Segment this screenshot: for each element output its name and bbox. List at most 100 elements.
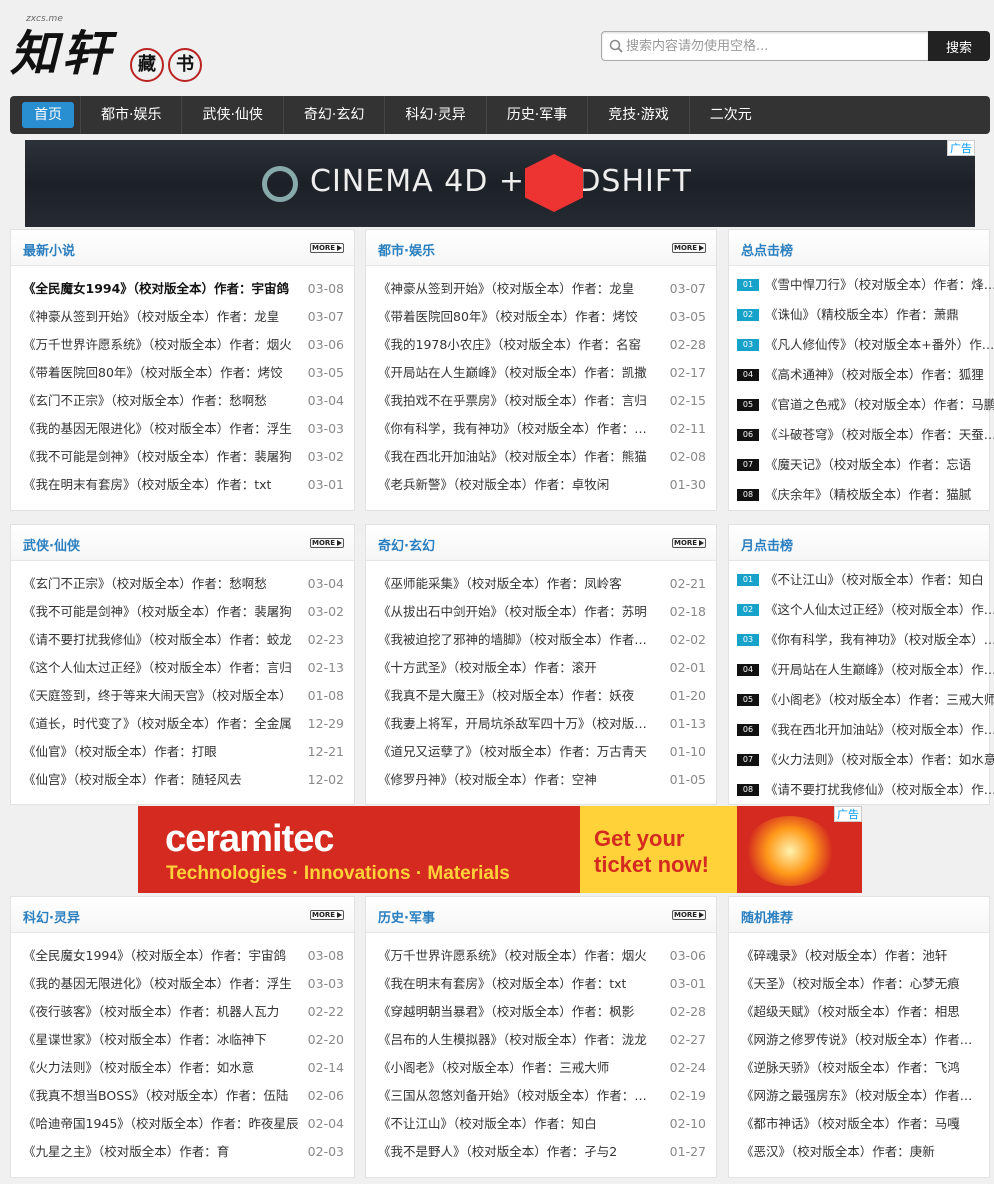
nav-item-dushi[interactable]: 都市·娱乐 [81,96,183,134]
book-row[interactable]: 《老兵新警》（校对版全本）作者：卓牧闲 01-30 [366,471,716,499]
book-row[interactable]: 《我真不是大魔王》（校对版全本）作者：妖夜 01-20 [366,682,716,710]
rank-row[interactable]: 08 《庆余年》（精校版全本）作者：猫腻 [729,480,989,510]
book-title-link[interactable]: 《我妻上将军，开局坑杀敌军四十万》（校对版全本） [378,710,658,738]
book-title-link[interactable]: 《天庭签到，终于等来大闹天宫》（校对版全本） [23,682,292,710]
book-title-link[interactable]: 《万千世界许愿系统》（校对版全本）作者：烟火 [378,942,647,970]
book-row[interactable]: 《恶汉》（校对版全本）作者：庚新 [729,1138,989,1166]
book-title-link[interactable]: 《不让江山》（校对版全本）作者：知白 [378,1110,597,1138]
book-row[interactable]: 《请不要打扰我修仙》（校对版全本）作者：蛟龙 02-23 [11,626,354,654]
book-title-link[interactable]: 《夜行骇客》（校对版全本）作者：机器人瓦力 [23,998,279,1026]
book-title-link[interactable]: 《我在西北开加油站》（校对版全本）作者：熊猫 [378,443,647,471]
book-title-link[interactable]: 《斗破苍穹》（校对版全本）作者：天蚕土豆 [765,420,994,450]
book-row[interactable]: 《都市神话》（校对版全本）作者：马嘎 [729,1110,989,1138]
book-row[interactable]: 《玄门不正宗》（校对版全本）作者：愁啊愁 03-04 [11,570,354,598]
rank-row[interactable]: 01 《雪中悍刀行》（校对版全本）作者：烽火戏诸侯 [729,270,994,300]
book-title-link[interactable]: 《碎魂录》（校对版全本）作者：池轩 [741,942,947,970]
book-title-link[interactable]: 《魔天记》（校对版全本）作者：忘语 [765,450,971,480]
book-row[interactable]: 《仙官》（校对版全本）作者：打眼 12-21 [11,738,354,766]
book-title-link[interactable]: 《我真不是大魔王》（校对版全本）作者：妖夜 [378,682,634,710]
more-button[interactable]: MORE [310,910,344,920]
book-title-link[interactable]: 《逆脉天骄》（校对版全本）作者：飞鸿 [741,1054,960,1082]
rank-row[interactable]: 07 《火力法则》（校对版全本）作者：如水意 [729,745,994,775]
book-row[interactable]: 《开局站在人生巅峰》（校对版全本）作者：凯撒 02-17 [366,359,716,387]
book-title-link[interactable]: 《我的基因无限进化》（校对版全本）作者：浮生 [23,415,292,443]
ad-tag[interactable]: 广告 [834,806,862,822]
book-title-link[interactable]: 《全民魔女1994》（校对版全本）作者：宇宙鸽 [23,275,289,303]
book-title-link[interactable]: 《这个人仙太过正经》（校对版全本）作者：言归 [23,654,292,682]
book-title-link[interactable]: 《我在明末有套房》（校对版全本）作者：txt [23,471,271,499]
book-title-link[interactable]: 《道兄又运孽了》（校对版全本）作者：万古青天 [378,738,647,766]
book-row[interactable]: 《不让江山》（校对版全本）作者：知白 02-10 [366,1110,716,1138]
book-title-link[interactable]: 《网游之最强房东》（校对版全本）作者：乐林 [741,1082,981,1110]
book-title-link[interactable]: 《玄门不正宗》（校对版全本）作者：愁啊愁 [23,570,267,598]
book-row[interactable]: 《巫师能采集》（校对版全本）作者：凤岭客 02-21 [366,570,716,598]
book-row[interactable]: 《仙宫》（校对版全本）作者：随轻风去 12-02 [11,766,354,794]
book-title-link[interactable]: 《我在西北开加油站》（校对版全本）作者：熊猫 [765,715,994,745]
book-row[interactable]: 《万千世界许愿系统》（校对版全本）作者：烟火 03-06 [11,331,354,359]
book-title-link[interactable]: 《你有科学，我有神功》（校对版全本）作者：三万 [765,625,994,655]
book-title-link[interactable]: 《带着医院回80年》（校对版全本）作者：烤饺 [23,359,283,387]
ad-banner-top[interactable]: CINEMA 4D + REDSHIFT 广告 [25,140,975,227]
nav-item-erciyuan[interactable]: 二次元 [690,96,772,134]
rank-row[interactable]: 01 《不让江山》（校对版全本）作者：知白 [729,565,989,595]
rank-row[interactable]: 05 《官道之色戒》（校对版全本）作者：马鹏 [729,390,994,420]
book-row[interactable]: 《我真不想当BOSS》（校对版全本）作者：伍陆 02-06 [11,1082,354,1110]
book-row[interactable]: 《星谍世家》（校对版全本）作者：冰临神下 02-20 [11,1026,354,1054]
book-title-link[interactable]: 《玄门不正宗》（校对版全本）作者：愁啊愁 [23,387,267,415]
book-title-link[interactable]: 《火力法则》（校对版全本）作者：如水意 [765,745,994,775]
book-title-link[interactable]: 《三国从忽悠刘备开始》（校对版全本）作者：钓鱼 [378,1082,658,1110]
book-row[interactable]: 《带着医院回80年》（校对版全本）作者：烤饺 03-05 [366,303,716,331]
book-row[interactable]: 《玄门不正宗》（校对版全本）作者：愁啊愁 03-04 [11,387,354,415]
panel-title[interactable]: 科幻·灵异 [23,907,80,926]
book-row[interactable]: 《天圣》（校对版全本）作者：心梦无痕 [729,970,989,998]
book-title-link[interactable]: 《道长，时代变了》（校对版全本）作者：全金属 [23,710,292,738]
more-button[interactable]: MORE [310,243,344,253]
book-title-link[interactable]: 《仙官》（校对版全本）作者：打眼 [23,738,217,766]
book-title-link[interactable]: 《九星之主》（校对版全本）作者：育 [23,1138,229,1166]
book-row[interactable]: 《你有科学，我有神功》（校对版全本）作者：三万 02-11 [366,415,716,443]
nav-item-kehuan[interactable]: 科幻·灵异 [385,96,487,134]
book-row[interactable]: 《哈迪帝国1945》（校对版全本）作者：昨夜星辰 02-04 [11,1110,354,1138]
book-row[interactable]: 《全民魔女1994》（校对版全本）作者：宇宙鸽 03-08 [11,942,354,970]
book-title-link[interactable]: 《哈迪帝国1945》（校对版全本）作者：昨夜星辰 [23,1110,299,1138]
book-row[interactable]: 《穿越明朝当暴君》（校对版全本）作者：枫影 02-28 [366,998,716,1026]
nav-item-lishi[interactable]: 历史·军事 [487,96,589,134]
book-title-link[interactable]: 《神豪从签到开始》（校对版全本）作者：龙皇 [23,303,279,331]
book-row[interactable]: 《我不可能是剑神》（校对版全本）作者：裴屠狗 03-02 [11,443,354,471]
book-row[interactable]: 《这个人仙太过正经》（校对版全本）作者：言归 02-13 [11,654,354,682]
book-title-link[interactable]: 《修罗丹神》（校对版全本）作者：空神 [378,766,597,794]
book-row[interactable]: 《小阁老》（校对版全本）作者：三戒大师 02-24 [366,1054,716,1082]
book-row[interactable]: 《我的基因无限进化》（校对版全本）作者：浮生 03-03 [11,970,354,998]
book-title-link[interactable]: 《开局站在人生巅峰》（校对版全本）作者：凯撒 [765,655,994,685]
book-title-link[interactable]: 《恶汉》（校对版全本）作者：庚新 [741,1138,935,1166]
panel-title[interactable]: 奇幻·玄幻 [378,535,435,554]
book-title-link[interactable]: 《雪中悍刀行》（校对版全本）作者：烽火戏诸侯 [765,270,994,300]
nav-item-qihuan[interactable]: 奇幻·玄幻 [284,96,386,134]
book-row[interactable]: 《三国从忽悠刘备开始》（校对版全本）作者：钓鱼 02-19 [366,1082,716,1110]
book-row[interactable]: 《我拍戏不在乎票房》（校对版全本）作者：言归 02-15 [366,387,716,415]
book-row[interactable]: 《我不是野人》（校对版全本）作者：孑与2 01-27 [366,1138,716,1166]
rank-row[interactable]: 04 《高术通神》（校对版全本）作者：狐狸 [729,360,989,390]
book-row[interactable]: 《碎魂录》（校对版全本）作者：池轩 [729,942,989,970]
rank-row[interactable]: 03 《你有科学，我有神功》（校对版全本）作者：三万 [729,625,994,655]
rank-row[interactable]: 02 《诛仙》（精校版全本）作者：萧鼎 [729,300,989,330]
book-title-link[interactable]: 《请不要打扰我修仙》（校对版全本）作者：蛟龙 [765,775,994,805]
book-title-link[interactable]: 《从拔出石中剑开始》（校对版全本）作者：苏明 [378,598,647,626]
book-title-link[interactable]: 《这个人仙太过正经》（校对版全本）作者：言归 [765,595,994,625]
book-title-link[interactable]: 《超级天赋》（校对版全本）作者：相思 [741,998,960,1026]
book-row[interactable]: 《神豪从签到开始》（校对版全本）作者：龙皇 03-07 [366,275,716,303]
book-title-link[interactable]: 《我被迫挖了邪神的墙脚》（校对版全本）作者：某某 [378,626,658,654]
panel-title[interactable]: 历史·军事 [378,907,435,926]
book-title-link[interactable]: 《我的基因无限进化》（校对版全本）作者：浮生 [23,970,292,998]
book-title-link[interactable]: 《巫师能采集》（校对版全本）作者：凤岭客 [378,570,622,598]
book-title-link[interactable]: 《官道之色戒》（校对版全本）作者：马鹏 [765,390,994,420]
rank-row[interactable]: 06 《我在西北开加油站》（校对版全本）作者：熊猫 [729,715,994,745]
book-row[interactable]: 《十方武圣》（校对版全本）作者：滚开 02-01 [366,654,716,682]
book-row[interactable]: 《我不可能是剑神》（校对版全本）作者：裴屠狗 03-02 [11,598,354,626]
book-title-link[interactable]: 《小阁老》（校对版全本）作者：三戒大师 [765,685,994,715]
book-title-link[interactable]: 《我的1978小农庄》（校对版全本）作者：名窑 [378,331,641,359]
book-row[interactable]: 《从拔出石中剑开始》（校对版全本）作者：苏明 02-18 [366,598,716,626]
search-button[interactable]: 搜索 [928,31,990,61]
book-title-link[interactable]: 《高术通神》（校对版全本）作者：狐狸 [765,360,984,390]
book-title-link[interactable]: 《我在明末有套房》（校对版全本）作者：txt [378,970,626,998]
